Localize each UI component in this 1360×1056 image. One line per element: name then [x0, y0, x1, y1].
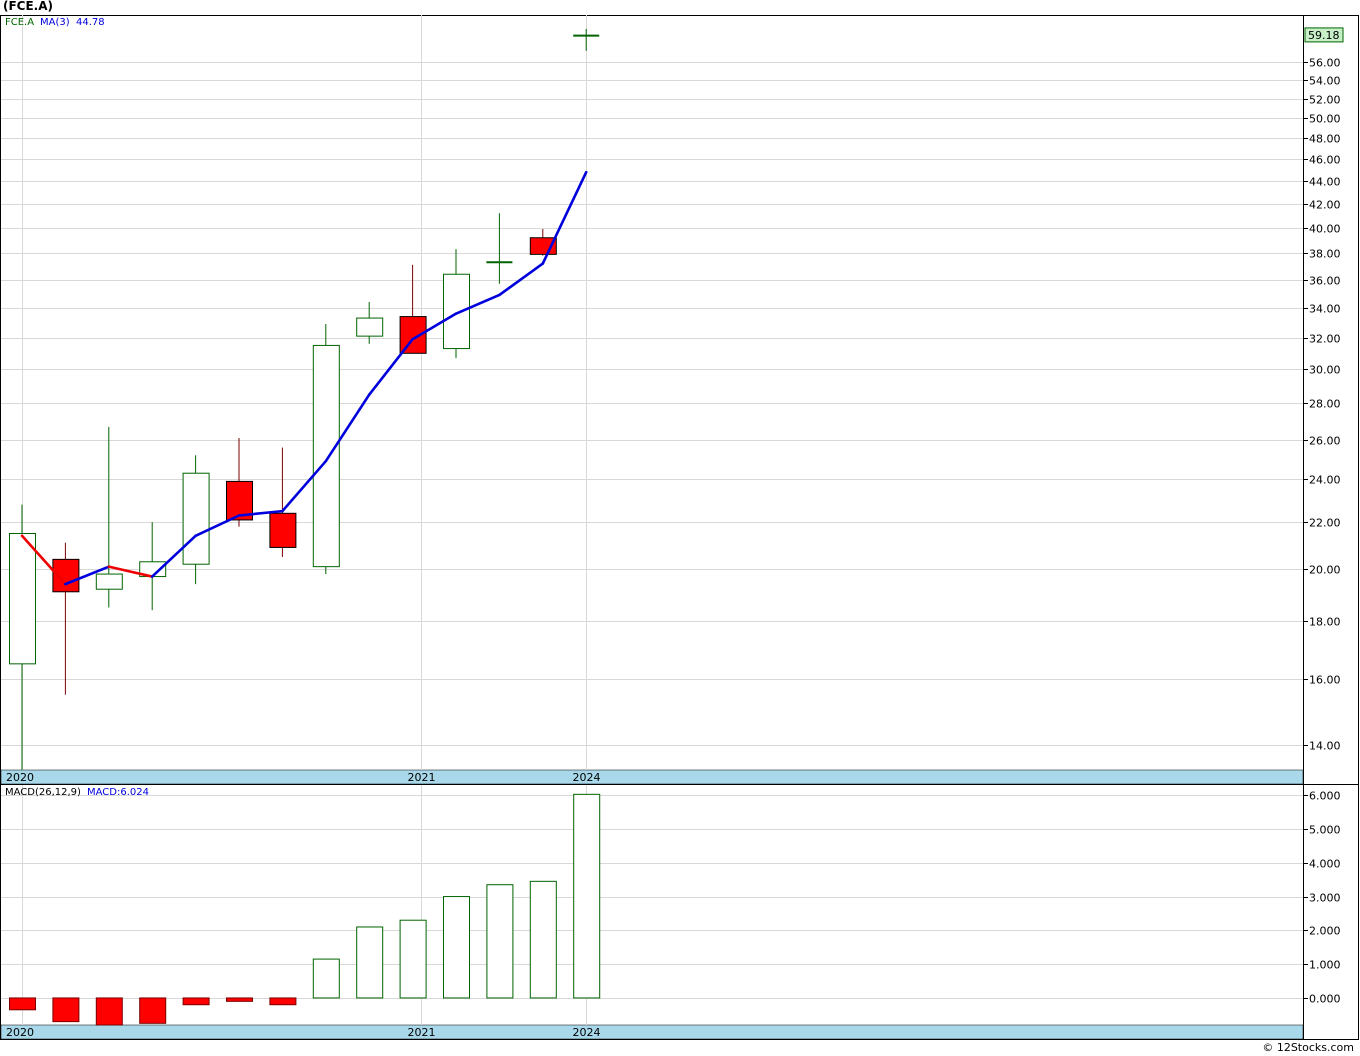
price-y-tick-label: 40.00	[1309, 223, 1341, 236]
price-y-tick-label: 54.00	[1309, 75, 1341, 88]
price-y-tick-label: 18.00	[1309, 616, 1341, 629]
legend-ma-label: MA(3)	[40, 17, 70, 28]
price-y-tick-label: 26.00	[1309, 435, 1341, 448]
legend-symbol: FCE.A	[5, 17, 34, 28]
macd-x-tick-label: 2020	[6, 1026, 34, 1039]
price-y-tick-label: 24.00	[1309, 474, 1341, 487]
price-panel	[0, 15, 1359, 785]
macd-legend: MACD(26,12,9) MACD:6.024	[5, 787, 149, 798]
macd-bar	[573, 793, 601, 999]
macd-bar	[312, 958, 340, 999]
price-y-tick-label: 34.00	[1309, 303, 1341, 316]
price-y-tick-label: 50.00	[1309, 113, 1341, 126]
macd-y-tick-label: 4.000	[1309, 858, 1341, 871]
macd-y-tick-label: 1.000	[1309, 959, 1341, 972]
macd-y-tick-label: 2.000	[1309, 925, 1341, 938]
candle-body	[443, 273, 470, 350]
macd-bar	[399, 919, 427, 999]
candle-body	[356, 317, 384, 337]
macd-bar	[182, 997, 210, 1006]
price-y-tick-label: 46.00	[1309, 154, 1341, 167]
price-legend: FCE.A MA(3) 44.78	[5, 17, 105, 28]
macd-bar	[9, 997, 36, 1011]
price-y-tick-label: 22.00	[1309, 517, 1341, 530]
candle-body	[312, 344, 340, 568]
candle-body	[269, 512, 297, 548]
macd-bar	[139, 997, 167, 1024]
price-x-tick-label: 2024	[573, 771, 601, 784]
stock-chart: 14.00 16.00 18.00 20.00 22.00 24.00 26.00 28.00…	[0, 15, 1359, 1040]
price-y-tick-label: 44.00	[1309, 176, 1341, 189]
macd-x-tick-label: 2021	[408, 1026, 436, 1039]
price-y-tick-label: 36.00	[1309, 275, 1341, 288]
price-y-tick-label: 56.00	[1309, 57, 1341, 70]
macd-bar	[486, 884, 514, 999]
macd-y-tick-label: 3.000	[1309, 892, 1341, 905]
price-y-tick-label: 16.00	[1309, 674, 1341, 687]
macd-legend-label: MACD(26,12,9)	[5, 787, 81, 798]
macd-x-tick-label: 2024	[573, 1026, 601, 1039]
candle-body	[95, 573, 123, 590]
macd-y-tick-label: 5.000	[1309, 824, 1341, 837]
price-y-tick-label: 14.00	[1309, 740, 1341, 753]
macd-bar	[95, 997, 123, 1026]
price-y-tick-label: 20.00	[1309, 564, 1341, 577]
legend-ma-value: 44.78	[76, 17, 105, 28]
last-price-label: 59.18	[1308, 29, 1340, 42]
candle-body	[9, 532, 36, 665]
price-y-tick-label: 42.00	[1309, 199, 1341, 212]
macd-bar	[356, 926, 384, 999]
macd-date-axis	[0, 1024, 1304, 1040]
price-y-tick-label: 52.00	[1309, 94, 1341, 107]
price-y-tick-label: 28.00	[1309, 398, 1341, 411]
candle-body	[182, 472, 210, 565]
price-date-axis	[0, 769, 1304, 785]
macd-bar	[269, 997, 297, 1006]
macd-bar	[52, 997, 80, 1023]
price-y-tick-label: 48.00	[1309, 133, 1341, 146]
price-y-tick-label: 32.00	[1309, 333, 1341, 346]
macd-bar	[226, 997, 253, 1002]
macd-y-tick-label: 0.000	[1309, 993, 1341, 1006]
macd-legend-value: MACD:6.024	[87, 787, 149, 798]
price-x-tick-label: 2020	[6, 771, 34, 784]
macd-bar	[443, 896, 470, 999]
macd-bar	[529, 880, 557, 999]
price-y-tick-label: 38.00	[1309, 248, 1341, 261]
macd-y-tick-label: 6.000	[1309, 790, 1341, 803]
price-x-tick-label: 2021	[408, 771, 436, 784]
price-y-tick-label: 30.00	[1309, 364, 1341, 377]
